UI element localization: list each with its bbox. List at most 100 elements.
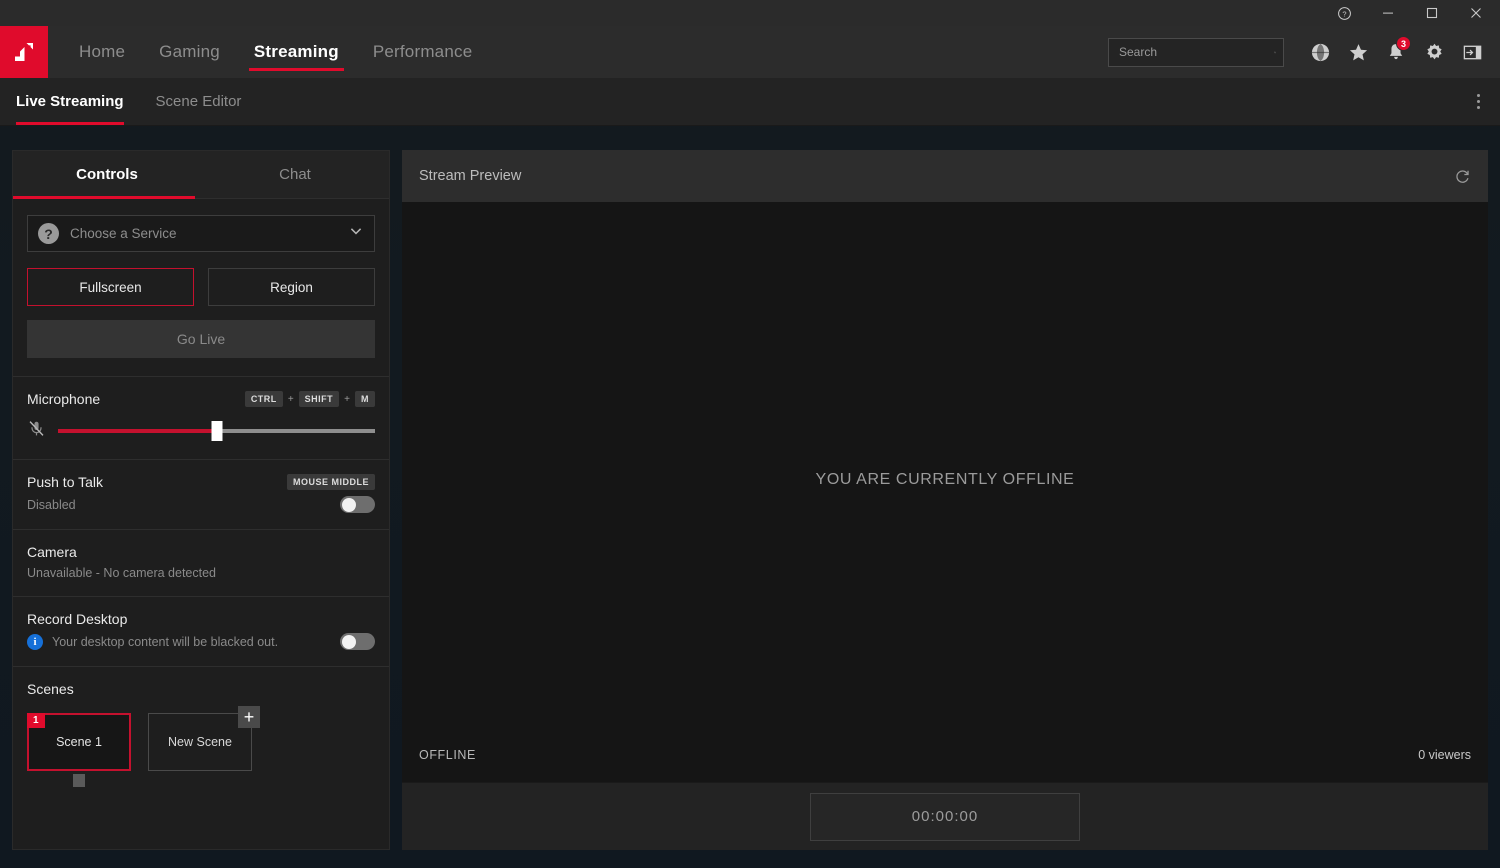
key-separator: +: [287, 393, 294, 405]
three-dots-icon: [1476, 94, 1480, 109]
tab-label: Controls: [76, 166, 138, 183]
main-navigation-bar: Home Gaming Streaming Performance Search…: [0, 26, 1500, 78]
tab-label: Chat: [279, 166, 311, 183]
new-scene-button[interactable]: + New Scene: [148, 706, 260, 771]
button-label: Fullscreen: [79, 279, 142, 295]
camera-header: Camera: [27, 530, 375, 560]
push-to-talk-row: Disabled: [27, 490, 375, 529]
key-ctrl: CTRL: [244, 391, 283, 407]
nav-item-gaming[interactable]: Gaming: [142, 26, 237, 78]
stream-preview-panel: Stream Preview YOU ARE CURRENTLY OFFLINE…: [402, 150, 1488, 850]
microphone-shortcut: CTRL + SHIFT + M: [244, 391, 375, 407]
nav-item-label: Performance: [372, 42, 473, 61]
scene-drag-handle[interactable]: [73, 774, 85, 787]
stream-preview-stage: YOU ARE CURRENTLY OFFLINE OFFLINE 0 view…: [402, 202, 1488, 782]
controls-tab-bar: Controls Chat: [13, 151, 389, 199]
camera-title: Camera: [27, 544, 77, 560]
nav-right-controls: 3: [1108, 26, 1500, 78]
microphone-section: Microphone CTRL + SHIFT + M: [13, 376, 389, 459]
offline-message: YOU ARE CURRENTLY OFFLINE: [815, 471, 1075, 488]
refresh-icon[interactable]: [1454, 168, 1471, 185]
sub-navigation-bar: Live Streaming Scene Editor: [0, 78, 1500, 126]
search-input[interactable]: [1119, 45, 1274, 59]
capture-mode-buttons: Fullscreen Region: [27, 268, 375, 306]
subnav-item-label: Scene Editor: [155, 93, 242, 110]
chevron-down-icon: [348, 223, 364, 244]
microphone-muted-icon[interactable]: [27, 419, 46, 443]
key-separator: +: [344, 393, 350, 405]
record-desktop-header: Record Desktop: [27, 597, 375, 627]
tab-chat[interactable]: Chat: [201, 151, 389, 198]
help-button[interactable]: ?: [1322, 0, 1366, 26]
stream-preview-header: Stream Preview: [402, 150, 1488, 202]
nav-item-label: Streaming: [253, 42, 339, 61]
go-live-button[interactable]: Go Live: [27, 320, 375, 358]
record-desktop-title: Record Desktop: [27, 611, 128, 627]
slider-knob[interactable]: [211, 421, 222, 441]
record-desktop-info-text: Your desktop content will be blacked out…: [52, 634, 279, 649]
microphone-volume-row: [27, 407, 375, 459]
tab-live-streaming[interactable]: Live Streaming: [0, 78, 140, 125]
push-to-talk-shortcut: MOUSE MIDDLE: [286, 474, 375, 490]
globe-icon[interactable]: [1302, 34, 1338, 70]
camera-section: Camera Unavailable - No camera detected: [13, 529, 389, 596]
scene-list: 1 Scene 1 + New Scene: [27, 706, 375, 787]
push-to-talk-status: Disabled: [27, 497, 76, 512]
subnav-item-label: Live Streaming: [16, 93, 124, 110]
tab-controls[interactable]: Controls: [13, 151, 201, 199]
panel-toggle-icon[interactable]: [1454, 34, 1490, 70]
close-button[interactable]: [1454, 0, 1498, 26]
question-circle-icon: ?: [38, 223, 59, 244]
stream-status-bar: OFFLINE 0 viewers: [402, 728, 1488, 782]
new-scene-label: New Scene: [168, 735, 232, 749]
scene-card[interactable]: 1 Scene 1: [27, 713, 131, 787]
record-desktop-toggle[interactable]: [340, 633, 375, 650]
record-desktop-row: i Your desktop content will be blacked o…: [27, 627, 375, 666]
scene-number-badge: 1: [27, 713, 45, 728]
microphone-header: Microphone CTRL + SHIFT + M: [27, 377, 375, 407]
nav-item-performance[interactable]: Performance: [356, 26, 490, 78]
slider-fill: [58, 429, 217, 433]
overflow-menu-icon[interactable]: [1456, 78, 1500, 125]
push-to-talk-title: Push to Talk: [27, 474, 104, 490]
notification-badge: 3: [1396, 36, 1411, 51]
stream-timer: 00:00:00: [810, 792, 1080, 841]
record-desktop-info: i Your desktop content will be blacked o…: [27, 633, 279, 650]
search-box[interactable]: [1108, 37, 1284, 67]
controls-top-section: ? Choose a Service Fullscreen Region Go: [13, 199, 389, 358]
microphone-title: Microphone: [27, 391, 101, 407]
button-label: Go Live: [176, 331, 226, 347]
bell-icon[interactable]: 3: [1378, 34, 1414, 70]
tab-scene-editor[interactable]: Scene Editor: [140, 78, 258, 125]
minimize-button[interactable]: [1366, 0, 1410, 26]
info-icon: i: [27, 633, 43, 650]
plus-icon[interactable]: +: [238, 706, 260, 728]
record-desktop-section: Record Desktop i Your desktop content wi…: [13, 596, 389, 666]
camera-status: Unavailable - No camera detected: [27, 566, 216, 580]
nav-items: Home Gaming Streaming Performance: [62, 26, 489, 78]
gear-icon[interactable]: [1416, 34, 1452, 70]
push-to-talk-header: Push to Talk MOUSE MIDDLE: [27, 460, 375, 490]
service-dropdown[interactable]: ? Choose a Service: [27, 215, 375, 252]
nav-item-streaming[interactable]: Streaming: [237, 26, 356, 78]
service-dropdown-label: Choose a Service: [70, 226, 177, 241]
status-badge: OFFLINE: [419, 748, 476, 762]
amd-logo-icon[interactable]: [0, 26, 48, 78]
camera-row: Unavailable - No camera detected: [27, 560, 375, 596]
push-to-talk-toggle[interactable]: [340, 496, 375, 513]
nav-item-label: Home: [79, 42, 126, 61]
viewer-count: 0 viewers: [1418, 748, 1471, 762]
button-label: Region: [270, 279, 313, 295]
scenes-title: Scenes: [27, 681, 74, 697]
page-body: Controls Chat ? Choose a Service Fullscr…: [0, 126, 1500, 868]
star-icon[interactable]: [1340, 34, 1376, 70]
fullscreen-button[interactable]: Fullscreen: [27, 268, 194, 306]
microphone-volume-slider[interactable]: [58, 421, 375, 441]
search-icon[interactable]: [1274, 45, 1276, 60]
stream-preview-title: Stream Preview: [419, 168, 522, 184]
nav-item-home[interactable]: Home: [62, 26, 142, 78]
region-button[interactable]: Region: [208, 268, 375, 306]
stream-timer-bar: 00:00:00: [402, 782, 1488, 850]
scene-label: Scene 1: [56, 735, 102, 749]
maximize-button[interactable]: [1410, 0, 1454, 26]
